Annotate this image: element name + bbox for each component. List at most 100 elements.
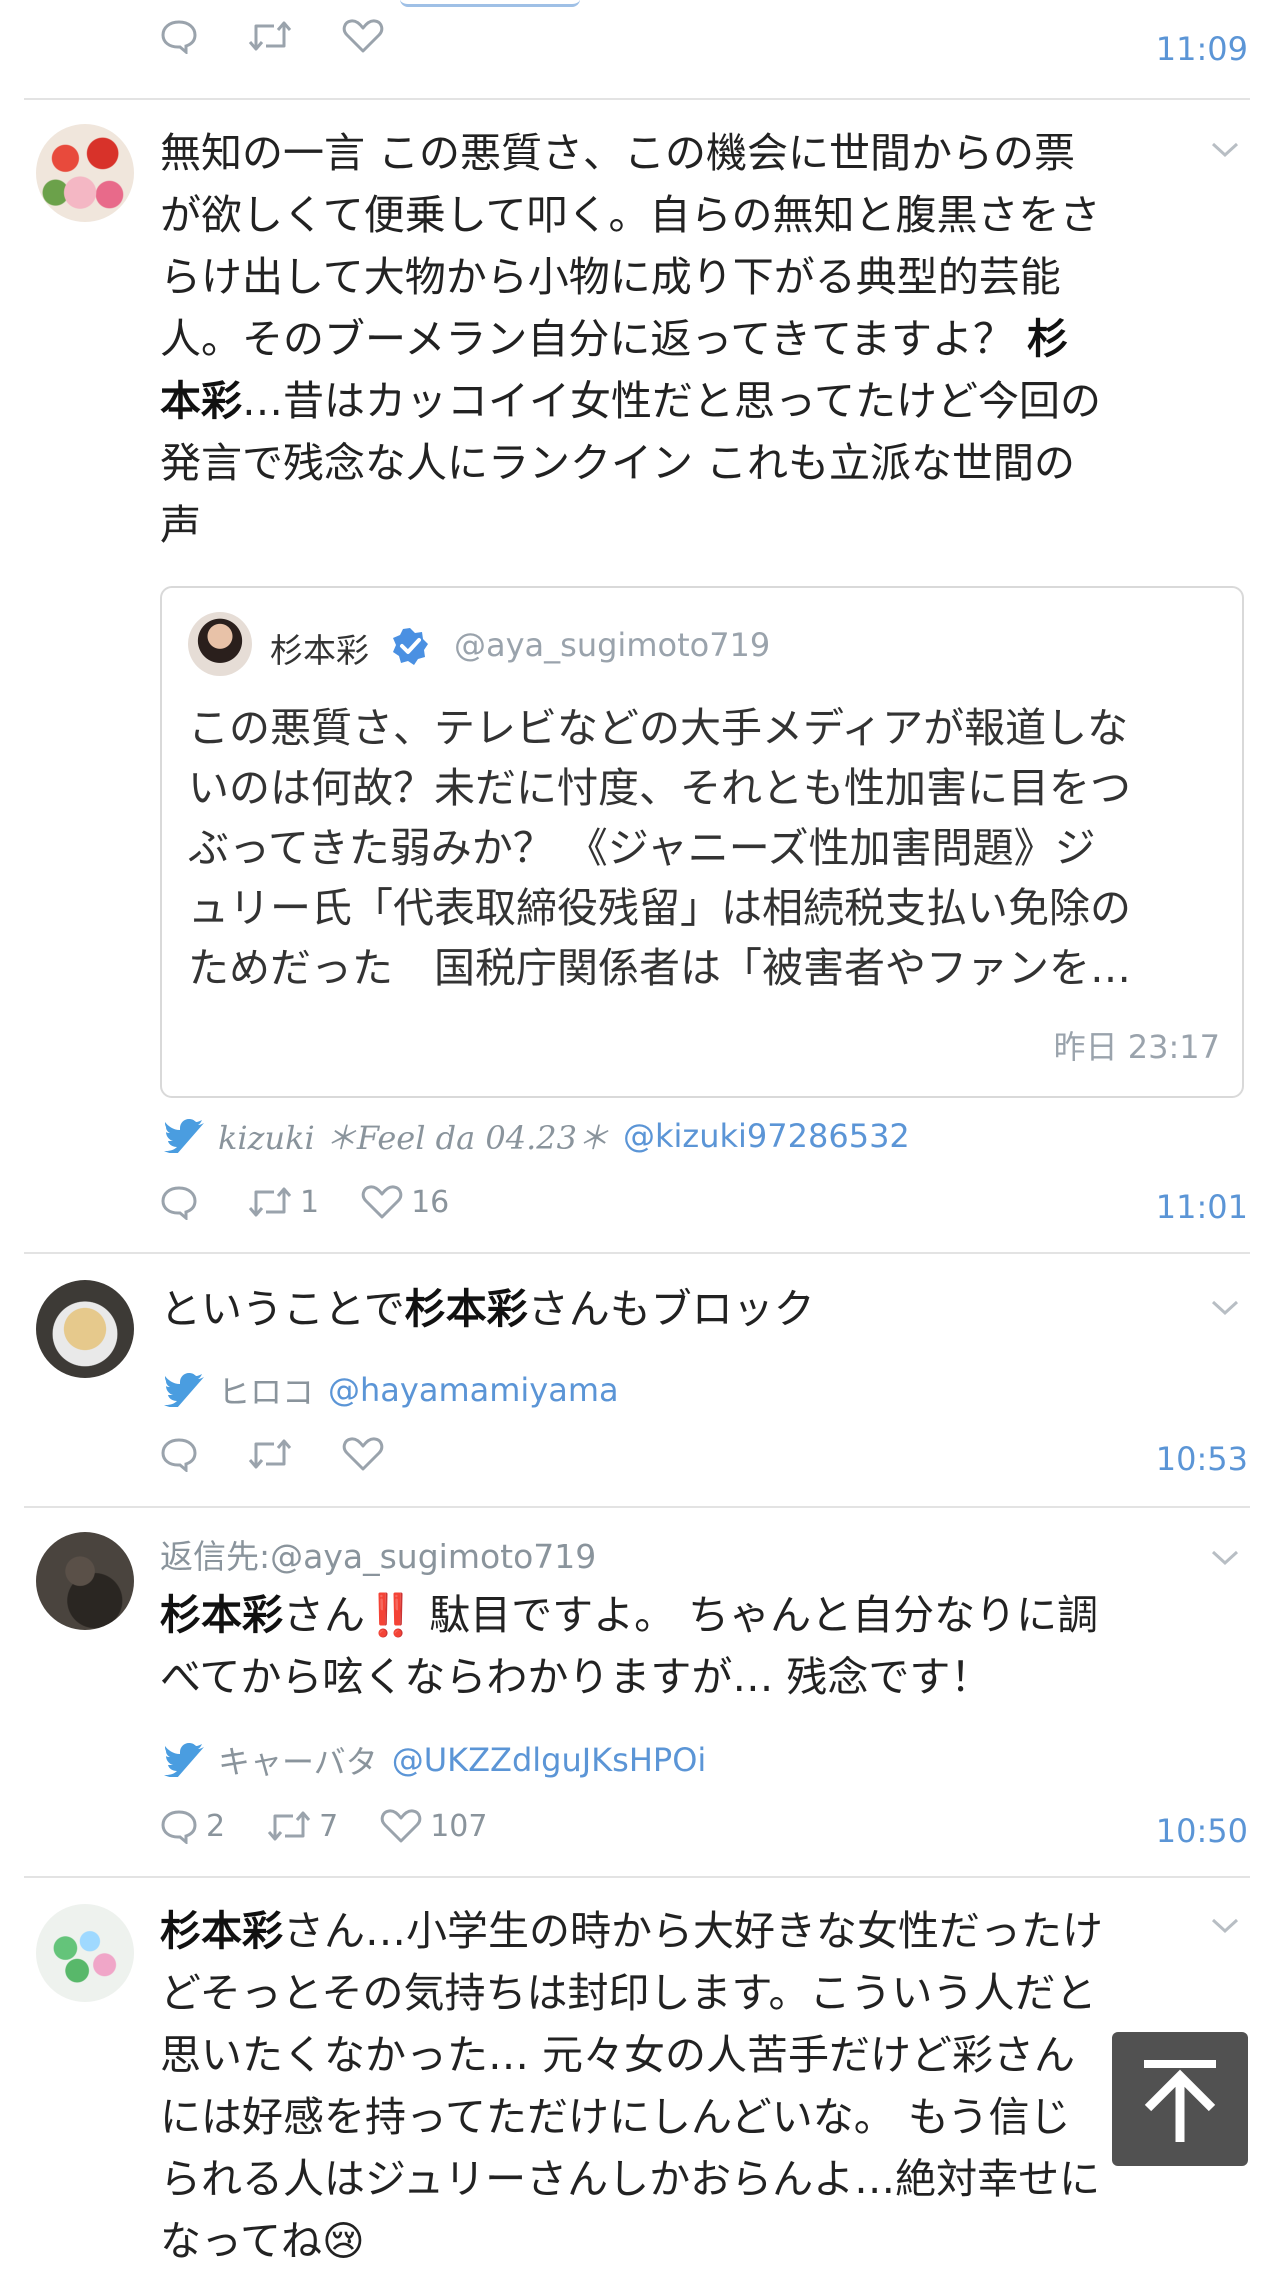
divider bbox=[24, 1506, 1250, 1508]
tweet-body-line: どそっとその気持ちは封印します。こういう人だと bbox=[160, 1969, 1097, 2017]
tweet-time[interactable]: 11:09 bbox=[1156, 30, 1248, 68]
tweet-actions: 2 7 107 bbox=[160, 1804, 1240, 1848]
source-user-handle[interactable]: @hayamamiyama bbox=[328, 1371, 619, 1409]
quoted-author-name[interactable]: 杉本彩 bbox=[270, 624, 369, 672]
quoted-tweet-card[interactable]: 杉本彩 @aya_sugimoto719 この悪質さ、テレビなどの大手メディアが… bbox=[160, 586, 1244, 1098]
chevron-down-icon[interactable] bbox=[1210, 140, 1240, 160]
tweet-time[interactable]: 10:53 bbox=[1156, 1440, 1248, 1478]
like-count: 107 bbox=[430, 1808, 488, 1844]
double-exclamation-emoji: ‼️ bbox=[365, 1591, 417, 1639]
retweet-button[interactable] bbox=[248, 1436, 300, 1472]
tweet-actions bbox=[160, 14, 1240, 58]
reply-button[interactable] bbox=[160, 1436, 206, 1472]
quoted-author-avatar[interactable] bbox=[188, 612, 252, 676]
tweet-body-line: には好感を持ってただけにしんどいな。 もう信じ bbox=[160, 2093, 1071, 2141]
chevron-down-icon[interactable] bbox=[1210, 1548, 1240, 1568]
clipped-handle-fragment bbox=[400, 0, 580, 7]
twitter-bird-icon bbox=[164, 1119, 204, 1153]
retweet-icon bbox=[267, 1811, 311, 1841]
scroll-to-top-button[interactable] bbox=[1112, 2032, 1248, 2166]
tweet-body-line: 無知の一言 この悪質さ、この機会に世間からの票 bbox=[160, 129, 1076, 177]
tweet-body-line: らけ出して大物から小物に成り下がる典型的芸能 bbox=[160, 253, 1061, 301]
quoted-text-line: いのは何故？未だに忖度、それとも性加害に目をつ bbox=[188, 764, 1131, 812]
like-count: 16 bbox=[411, 1184, 450, 1220]
tweet-body-line: が欲しくて便乗して叩く。自らの無知と腹黒さをさ bbox=[160, 191, 1101, 239]
divider bbox=[24, 1876, 1250, 1878]
twitter-bird-icon bbox=[164, 1373, 204, 1407]
reply-to-label[interactable]: 返信先:@aya_sugimoto719 bbox=[160, 1530, 596, 1578]
tweet-body-line: べてから呟くならわかりますが… 残念です！ bbox=[160, 1653, 992, 1701]
tweet-body-line: 本彩…昔はカッコイイ女性だと思ってたけど今回の bbox=[160, 377, 1101, 425]
tweet-body-line: ということで杉本彩さんもブロック bbox=[160, 1285, 815, 1333]
like-icon bbox=[342, 1437, 384, 1471]
like-button[interactable] bbox=[342, 1436, 392, 1472]
source-user-handle[interactable]: @kizuki97286532 bbox=[623, 1117, 910, 1155]
like-icon bbox=[380, 1809, 422, 1843]
quoted-tweet-text: この悪質さ、テレビなどの大手メディアが報道しな いのは何故？未だに忖度、それとも… bbox=[188, 698, 1220, 998]
highlight-keyword: 杉本彩 bbox=[160, 1907, 283, 1955]
like-button[interactable]: 16 bbox=[361, 1184, 449, 1220]
tweet-time[interactable]: 11:01 bbox=[1156, 1188, 1248, 1226]
crying-face-emoji: 😢 bbox=[321, 2217, 365, 2265]
source-user-name[interactable]: ヒロコ bbox=[218, 1367, 314, 1413]
divider bbox=[24, 1252, 1250, 1254]
quoted-text-line: ぶってきた弱みか？ 《ジャニーズ性加害問題》ジ bbox=[188, 824, 1096, 872]
highlight-keyword: 杉 bbox=[1027, 315, 1069, 363]
reply-count: 2 bbox=[206, 1808, 226, 1844]
tweet-source: kizuki ＊Feel da 04.23＊ @kizuki97286532 bbox=[164, 1114, 910, 1158]
retweet-button[interactable]: 1 bbox=[248, 1184, 319, 1220]
tweet-actions: 1 16 bbox=[160, 1180, 1240, 1224]
tweet-body-line: 発言で残念な人にランクイン これも立派な世間の bbox=[160, 439, 1076, 487]
tweet-body: 無知の一言 この悪質さ、この機会に世間からの票 が欲しくて便乗して叩く。自らの無… bbox=[160, 122, 1210, 556]
source-user-name[interactable]: キャーバタ bbox=[218, 1737, 378, 1783]
tweet-body: 杉本彩さん…小学生の時から大好きな女性だったけ どそっとその気持ちは封印します。… bbox=[160, 1900, 1210, 2272]
divider bbox=[24, 98, 1250, 100]
retweet-icon bbox=[248, 21, 292, 51]
reply-icon bbox=[161, 1186, 197, 1220]
avatar[interactable] bbox=[36, 1904, 134, 2002]
tweet-body: 杉本彩さん‼️ 駄目ですよ。 ちゃんと自分なりに調 べてから呟くならわかりますが… bbox=[160, 1584, 1210, 1708]
reply-button[interactable] bbox=[160, 1184, 206, 1220]
avatar[interactable] bbox=[36, 1532, 134, 1630]
source-user-name[interactable]: kizuki ＊Feel da 04.23＊ bbox=[218, 1113, 609, 1159]
tweet-body-line: なってね😢 bbox=[160, 2217, 365, 2265]
source-user-handle[interactable]: @UKZZdlguJKsHPOi bbox=[392, 1741, 707, 1779]
retweet-icon bbox=[248, 1187, 292, 1217]
tweet-body-line: 声 bbox=[160, 501, 201, 549]
retweet-button[interactable]: 7 bbox=[267, 1808, 338, 1844]
quoted-author-handle[interactable]: @aya_sugimoto719 bbox=[454, 626, 770, 664]
highlight-keyword: 杉本彩 bbox=[160, 1591, 283, 1639]
avatar[interactable] bbox=[36, 124, 134, 222]
scroll-to-top-icon bbox=[1144, 2060, 1216, 2142]
tweet-body-line: 杉本彩さん‼️ 駄目ですよ。 ちゃんと自分なりに調 bbox=[160, 1591, 1099, 1639]
retweet-button[interactable] bbox=[248, 18, 300, 54]
tweet-body-line: 思いたくなかった… 元々女の人苦手だけど彩さん bbox=[160, 2031, 1076, 2079]
tweet-actions bbox=[160, 1432, 1240, 1476]
like-icon bbox=[342, 19, 384, 53]
avatar[interactable] bbox=[36, 1280, 134, 1378]
reply-icon bbox=[161, 1438, 197, 1472]
quoted-text-line: ュリー氏「代表取締役残留」は相続税支払い免除の bbox=[188, 884, 1131, 932]
quoted-text-line: この悪質さ、テレビなどの大手メディアが報道しな bbox=[188, 704, 1129, 752]
highlight-keyword: 杉本彩 bbox=[404, 1285, 528, 1333]
like-button[interactable]: 107 bbox=[380, 1808, 487, 1844]
chevron-down-icon[interactable] bbox=[1210, 1298, 1240, 1318]
quoted-timestamp: 昨日 23:17 bbox=[1053, 1028, 1220, 1066]
reply-button[interactable]: 2 bbox=[160, 1808, 225, 1844]
chevron-down-icon[interactable] bbox=[1210, 1916, 1240, 1936]
verified-badge-icon bbox=[393, 628, 428, 665]
twitter-bird-icon bbox=[164, 1743, 204, 1777]
tweet-time[interactable]: 10:50 bbox=[1156, 1812, 1248, 1850]
retweet-count: 1 bbox=[300, 1184, 320, 1220]
tweet-body-line: 人。そのブーメラン自分に返ってきてますよ？ 杉 bbox=[160, 315, 1069, 363]
tweet-body: ということで杉本彩さんもブロック bbox=[160, 1278, 1210, 1340]
like-button[interactable] bbox=[342, 18, 392, 54]
highlight-keyword: 本彩 bbox=[160, 377, 242, 425]
tweet-source: キャーバタ @UKZZdlguJKsHPOi bbox=[164, 1738, 706, 1782]
reply-icon bbox=[161, 1810, 197, 1844]
tweet-body-line: 杉本彩さん…小学生の時から大好きな女性だったけ bbox=[160, 1907, 1103, 1955]
reply-button[interactable] bbox=[160, 18, 206, 54]
retweet-icon bbox=[248, 1439, 292, 1469]
retweet-count: 7 bbox=[319, 1808, 339, 1844]
like-icon bbox=[361, 1185, 403, 1219]
